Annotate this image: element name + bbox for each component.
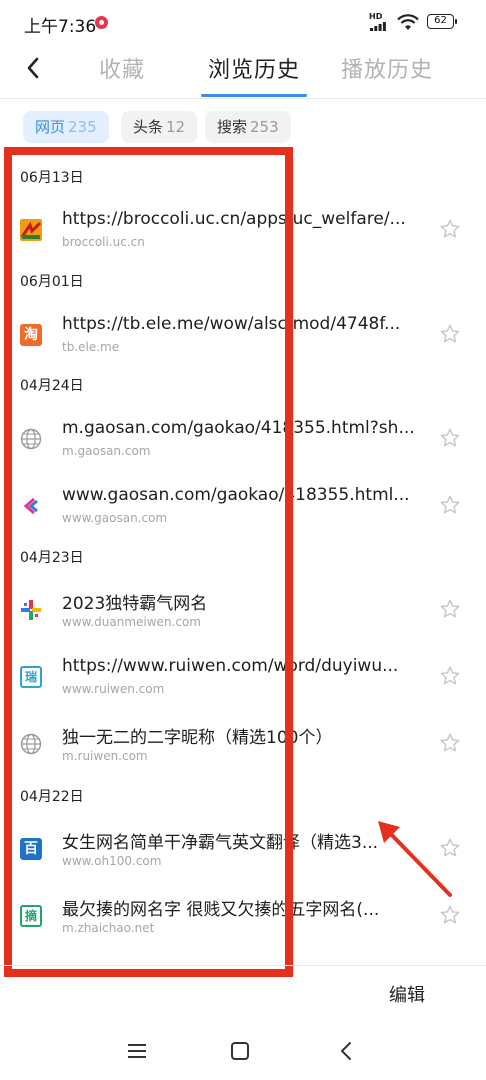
star-icon[interactable] bbox=[439, 904, 461, 926]
footer-divider bbox=[0, 965, 486, 966]
chip-label: 头条 bbox=[133, 118, 164, 136]
signal-icon bbox=[370, 22, 386, 31]
annotation-highlight-box bbox=[4, 147, 293, 977]
hd-indicator: HD bbox=[369, 12, 383, 21]
tab-browse-history[interactable]: 浏览历史 bbox=[208, 52, 300, 84]
star-icon[interactable] bbox=[439, 218, 461, 240]
chip-label: 搜索 bbox=[217, 118, 248, 136]
chip-count: 12 bbox=[166, 118, 186, 136]
filter-chip-web[interactable]: 网页 235 bbox=[23, 111, 109, 143]
star-icon[interactable] bbox=[439, 665, 461, 687]
status-bar: 上午7:36 HD 62 bbox=[0, 0, 486, 44]
notification-dot-icon bbox=[95, 16, 108, 29]
star-icon[interactable] bbox=[439, 427, 461, 449]
back-button[interactable] bbox=[18, 52, 50, 84]
star-icon[interactable] bbox=[439, 598, 461, 620]
filter-chip-headlines[interactable]: 头条 12 bbox=[121, 111, 198, 143]
status-time: 上午7:36 bbox=[24, 17, 97, 37]
star-icon[interactable] bbox=[439, 494, 461, 516]
tab-play-history[interactable]: 播放历史 bbox=[341, 52, 433, 84]
chip-count: 253 bbox=[250, 118, 279, 136]
wifi-icon bbox=[397, 14, 419, 30]
chip-count: 235 bbox=[68, 118, 97, 136]
chip-label: 网页 bbox=[35, 118, 66, 136]
star-icon[interactable] bbox=[439, 732, 461, 754]
battery-icon: 62 bbox=[427, 14, 457, 29]
home-icon[interactable] bbox=[231, 1042, 249, 1060]
active-tab-indicator bbox=[201, 94, 307, 97]
edit-button[interactable]: 编辑 bbox=[389, 981, 425, 1007]
annotation-arrow-icon bbox=[378, 821, 452, 897]
nav-back-icon[interactable] bbox=[338, 1040, 354, 1062]
header-divider bbox=[0, 98, 486, 99]
tab-favorites[interactable]: 收藏 bbox=[99, 52, 145, 84]
system-nav-bar bbox=[0, 1030, 486, 1074]
menu-icon[interactable] bbox=[127, 1042, 147, 1060]
filter-chip-search[interactable]: 搜索 253 bbox=[205, 111, 291, 143]
star-icon[interactable] bbox=[439, 323, 461, 345]
